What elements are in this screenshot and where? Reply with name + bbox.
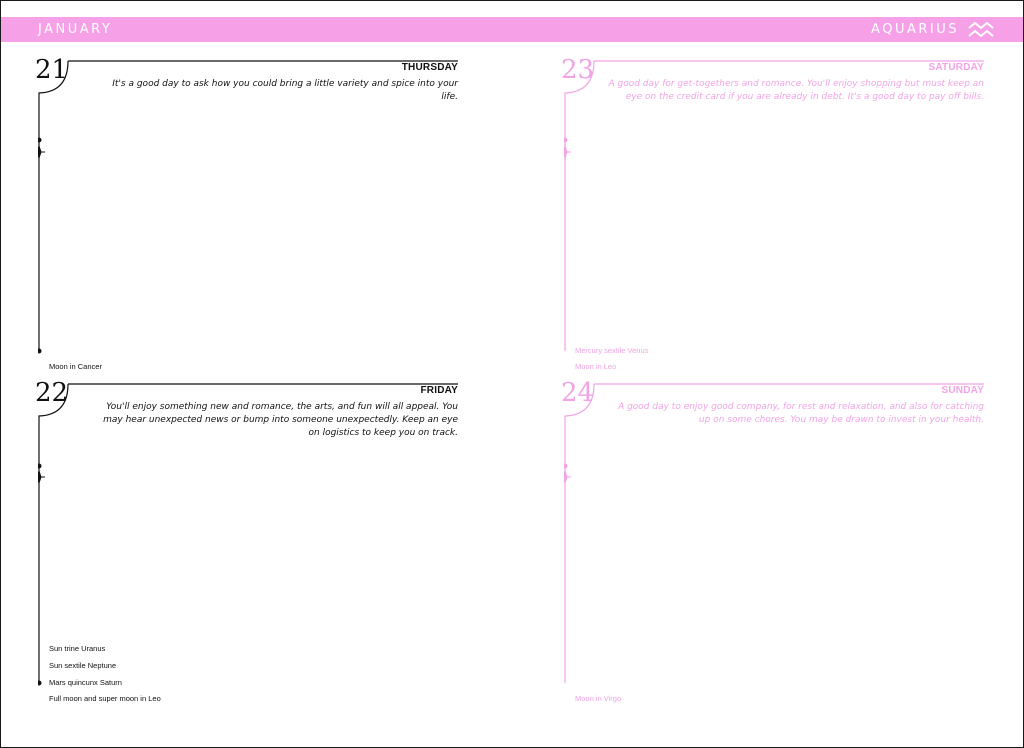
moon-icon xyxy=(47,362,52,373)
moon-icon xyxy=(47,694,52,705)
day-frame xyxy=(564,60,984,351)
day-frame xyxy=(38,60,458,354)
moon-icon xyxy=(573,694,578,705)
day-message: A good day to enjoy good company, for re… xyxy=(618,402,984,425)
zodiac-sign-label: AQUARIUS xyxy=(871,22,959,37)
astro-event: Mars quincunx Saturn xyxy=(49,678,122,687)
day-message: A good day for get-togethers and romance… xyxy=(608,79,984,102)
day-number: 23 xyxy=(561,55,595,85)
day-entry-24: 24 SUNDAY A good day to enjoy good compa… xyxy=(561,378,984,713)
header-band: JANUARY AQUARIUS xyxy=(1,17,1023,42)
moon-text: Moon in Cancer xyxy=(49,362,102,371)
moon-text: Full moon and super moon in Leo xyxy=(49,694,161,703)
day-entry-22: 22 FRIDAY You'll enjoy something new and… xyxy=(35,378,458,713)
month-label: JANUARY xyxy=(38,22,113,37)
moon-text: Moon in Virgo xyxy=(575,694,622,703)
day-number: 24 xyxy=(561,378,595,408)
day-entry-23: 23 SATURDAY A good day for get-togethers… xyxy=(561,55,984,390)
weekday-label: SATURDAY xyxy=(928,62,984,73)
day-frame xyxy=(564,383,984,683)
moon-phase: Full moon and super moon in Leo xyxy=(47,694,161,705)
weekday-label: FRIDAY xyxy=(420,385,458,396)
moon-text: Moon in Leo xyxy=(575,362,617,371)
moon-phase: Moon in Leo xyxy=(573,362,617,373)
day-entry-21: 21 THURSDAY It's a good day to ask how y… xyxy=(35,55,458,390)
aquarius-icon xyxy=(968,21,994,38)
moon-phase: Moon in Cancer xyxy=(47,362,102,373)
moon-phase: Moon in Virgo xyxy=(573,694,622,705)
day-number: 21 xyxy=(35,55,69,85)
moon-icon xyxy=(573,362,578,373)
weekday-label: SUNDAY xyxy=(941,385,984,396)
weekday-label: THURSDAY xyxy=(401,62,458,73)
astro-event: Sun sextile Neptune xyxy=(49,661,117,670)
astro-event: Sun trine Uranus xyxy=(49,644,106,653)
day-number: 22 xyxy=(35,378,69,408)
astro-event: Mercury sextile Venus xyxy=(575,346,649,355)
day-message: It's a good day to ask how you could bri… xyxy=(112,79,458,102)
day-message: You'll enjoy something new and romance, … xyxy=(103,402,458,438)
